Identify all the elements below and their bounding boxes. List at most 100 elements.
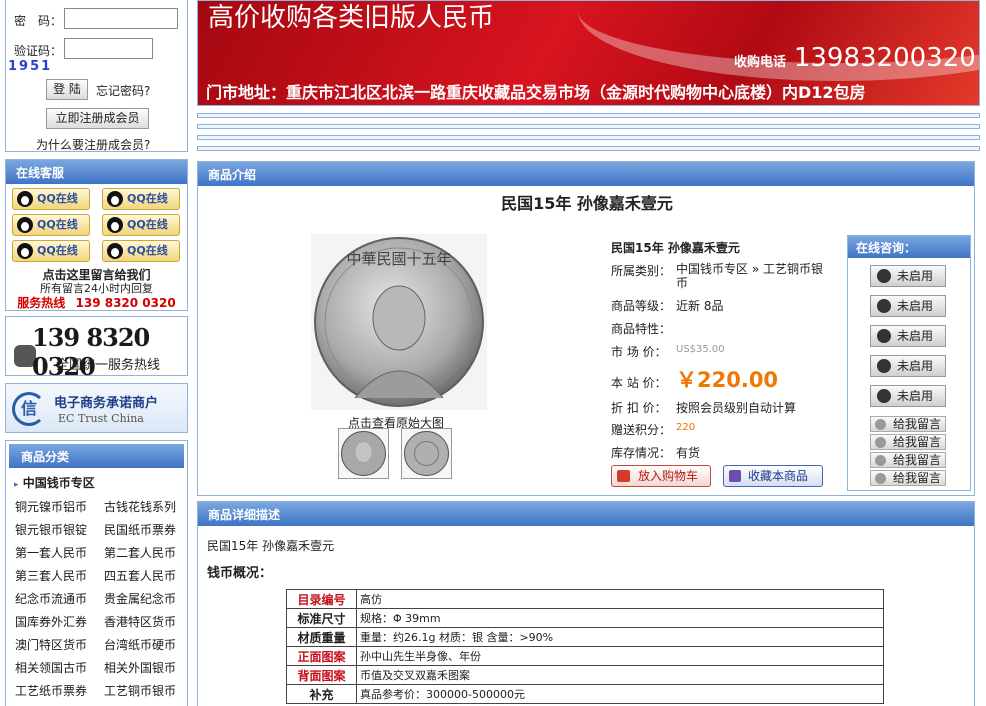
hotline-number: 139 8320 0320 <box>75 296 176 310</box>
detail-intro: 民国15年 孙像嘉禾壹元 <box>207 539 335 553</box>
category-item[interactable]: 纪念币流通币 <box>15 590 87 607</box>
thumbnail-front[interactable] <box>338 428 389 479</box>
hotline-box-subtitle: 全国统一服务热线 <box>56 358 161 373</box>
category-item[interactable]: 贵金属纪念币 <box>104 590 176 607</box>
site-price-label: 本 站 价： <box>611 376 667 390</box>
property-label: 商品特性： <box>611 322 672 336</box>
grade-label: 商品等级： <box>611 299 672 313</box>
banner-phone: 收购电话 13983200320 <box>734 43 976 73</box>
qq-online-button-6[interactable]: QQ在线 <box>102 240 180 262</box>
divider-strip-1 <box>197 113 980 118</box>
coin-inscription: 中華民國十五年 <box>346 250 451 268</box>
category-panel: 商品分类 ▸ 中国钱币专区 铜元镍币铝币 古钱花钱系列 银元银币银锭 民国纸币票券 第一… <box>5 440 188 706</box>
why-register-link[interactable]: 为什么要注册成会员? <box>36 136 150 153</box>
category-item[interactable]: 相关外国银币 <box>104 659 176 676</box>
spec-value: 重量：约26.1g 材质：银 含量：>90% <box>356 627 884 647</box>
qq-online-button-4[interactable]: QQ在线 <box>102 214 180 236</box>
coin-image: 中華民國十五年 <box>314 237 484 407</box>
arrow-right-icon: ▸ <box>14 480 19 490</box>
product-name: 民国15年 孙像嘉禾壹元 <box>611 241 740 255</box>
category-item[interactable]: 第二套人民币 <box>104 544 176 561</box>
forgot-password-link[interactable]: 忘记密码? <box>96 82 150 99</box>
category-main[interactable]: ▸ 中国钱币专区 <box>14 474 95 491</box>
category-item[interactable]: 古钱花钱系列 <box>104 498 176 515</box>
register-button[interactable]: 立即注册成会员 <box>46 108 149 129</box>
category-item[interactable]: 铜元镍币铝币 <box>15 498 87 515</box>
category-item[interactable]: 第三套人民币 <box>15 567 87 584</box>
message-button-label: 给我留言 <box>893 471 942 485</box>
qq-penguin-icon <box>877 299 891 313</box>
trust-line2: EC Trust China <box>58 412 144 425</box>
password-input[interactable] <box>64 8 178 29</box>
online-consult-button[interactable]: 未启用 <box>870 265 946 287</box>
banner-address: 门市地址：重庆市江北区北滨一路重庆收藏品交易市场（金源时代购物中心底楼）内D12… <box>206 83 866 102</box>
category-item[interactable]: 工艺铜币银币 <box>104 682 176 699</box>
add-to-cart-button[interactable]: 放入购物车 <box>611 465 711 487</box>
cart-icon <box>617 470 630 482</box>
qq-penguin-icon <box>107 217 123 233</box>
online-consult-button[interactable]: 未启用 <box>870 385 946 407</box>
divider-strip-4 <box>197 146 980 151</box>
banner-phone-number: 13983200320 <box>793 43 976 73</box>
message-button-label: 给我留言 <box>893 435 942 449</box>
grade-value: 近新 8品 <box>676 299 724 313</box>
category-item[interactable]: 国库券外汇券 <box>15 613 87 630</box>
category-item[interactable]: 民国纸币票券 <box>104 521 176 538</box>
consult-button-label: 未启用 <box>897 269 934 283</box>
qq-online-button-2[interactable]: QQ在线 <box>102 188 180 210</box>
stock-value: 有货 <box>676 446 701 460</box>
online-consult-button[interactable]: 未启用 <box>870 295 946 317</box>
captcha-image[interactable]: 1951 <box>8 59 52 74</box>
add-to-favorites-button[interactable]: 收藏本商品 <box>723 465 823 487</box>
stock-label: 库存情况： <box>611 446 672 460</box>
category-value[interactable]: 中国钱币专区 » 工艺铜币银币 <box>676 262 828 290</box>
qq-penguin-icon <box>875 437 886 448</box>
spec-row: 材质重量 重量：约26.1g 材质：银 含量：>90% <box>286 627 884 647</box>
captcha-label: 验证码： <box>14 44 63 58</box>
spec-key: 背面图案 <box>286 665 357 685</box>
leave-message-button[interactable]: 给我留言 <box>870 434 946 450</box>
qq-penguin-icon <box>17 191 33 207</box>
qq-penguin-icon <box>877 359 891 373</box>
login-panel: 密 码： 验证码： 1951 登 陆 忘记密码? 立即注册成会员 为什么要注册成… <box>5 0 188 152</box>
banner-phone-label: 收购电话 <box>734 55 787 70</box>
category-item[interactable]: 香港特区货币 <box>104 613 176 630</box>
online-consult-button[interactable]: 未启用 <box>870 355 946 377</box>
leave-message-button[interactable]: 给我留言 <box>870 470 946 486</box>
spec-value: 规格：Φ 39mm <box>356 608 884 628</box>
spec-row: 背面图案 币值及交叉双嘉禾图案 <box>286 665 884 685</box>
qq-penguin-icon <box>107 191 123 207</box>
qq-online-button-3[interactable]: QQ在线 <box>12 214 90 236</box>
category-item[interactable]: 澳门特区货币 <box>15 636 87 653</box>
qq-penguin-icon <box>877 269 891 283</box>
product-main-image[interactable]: 中華民國十五年 <box>311 234 487 410</box>
qq-online-button-1[interactable]: QQ在线 <box>12 188 90 210</box>
qq-online-button-5[interactable]: QQ在线 <box>12 240 90 262</box>
online-service-title: 在线客服 <box>6 160 187 184</box>
captcha-input[interactable] <box>64 38 153 59</box>
thumbnail-back[interactable] <box>401 428 452 479</box>
category-item[interactable]: 工艺纸币票券 <box>15 682 87 699</box>
leave-message-button[interactable]: 给我留言 <box>870 452 946 468</box>
category-item[interactable]: 第一套人民币 <box>15 544 87 561</box>
category-label: 所属类别： <box>611 264 672 278</box>
points-value: 220 <box>676 422 696 433</box>
spec-row: 目录编号 高仿 <box>286 589 884 609</box>
spec-table: 目录编号 高仿 标准尺寸 规格：Φ 39mm 材质重量 重量：约26.1g 材质：银 含量… <box>286 589 884 704</box>
qq-penguin-icon <box>875 419 886 430</box>
consult-panel: 在线咨询： 未启用 未启用 未启用 未启用 未启用 给我留言 给我留言 给我留言 给我留言 <box>847 235 971 491</box>
login-button[interactable]: 登 陆 <box>46 79 88 100</box>
leave-message-button[interactable]: 给我留言 <box>870 416 946 432</box>
category-item[interactable]: 银元银币银锭 <box>15 521 87 538</box>
category-item[interactable]: 四五套人民币 <box>104 567 176 584</box>
product-panel: 商品介绍 民国15年 孙像嘉禾壹元 中華民國十五年 点击查看原始大图 民国15年… <box>197 161 975 496</box>
banner: 高价收购各类旧版人民币 收购电话 13983200320 门市地址：重庆市江北区… <box>197 0 980 106</box>
category-item[interactable]: 台湾纸币硬币 <box>104 636 176 653</box>
product-title: 民国15年 孙像嘉禾壹元 <box>501 194 673 213</box>
spec-value: 币值及交叉双嘉禾图案 <box>356 665 884 685</box>
category-item[interactable]: 相关领国古币 <box>15 659 87 676</box>
consult-button-label: 未启用 <box>897 329 934 343</box>
qq-penguin-icon <box>17 243 33 259</box>
online-consult-button[interactable]: 未启用 <box>870 325 946 347</box>
ec-trust-badge[interactable]: 信 电子商务承诺商户 EC Trust China <box>5 383 188 433</box>
